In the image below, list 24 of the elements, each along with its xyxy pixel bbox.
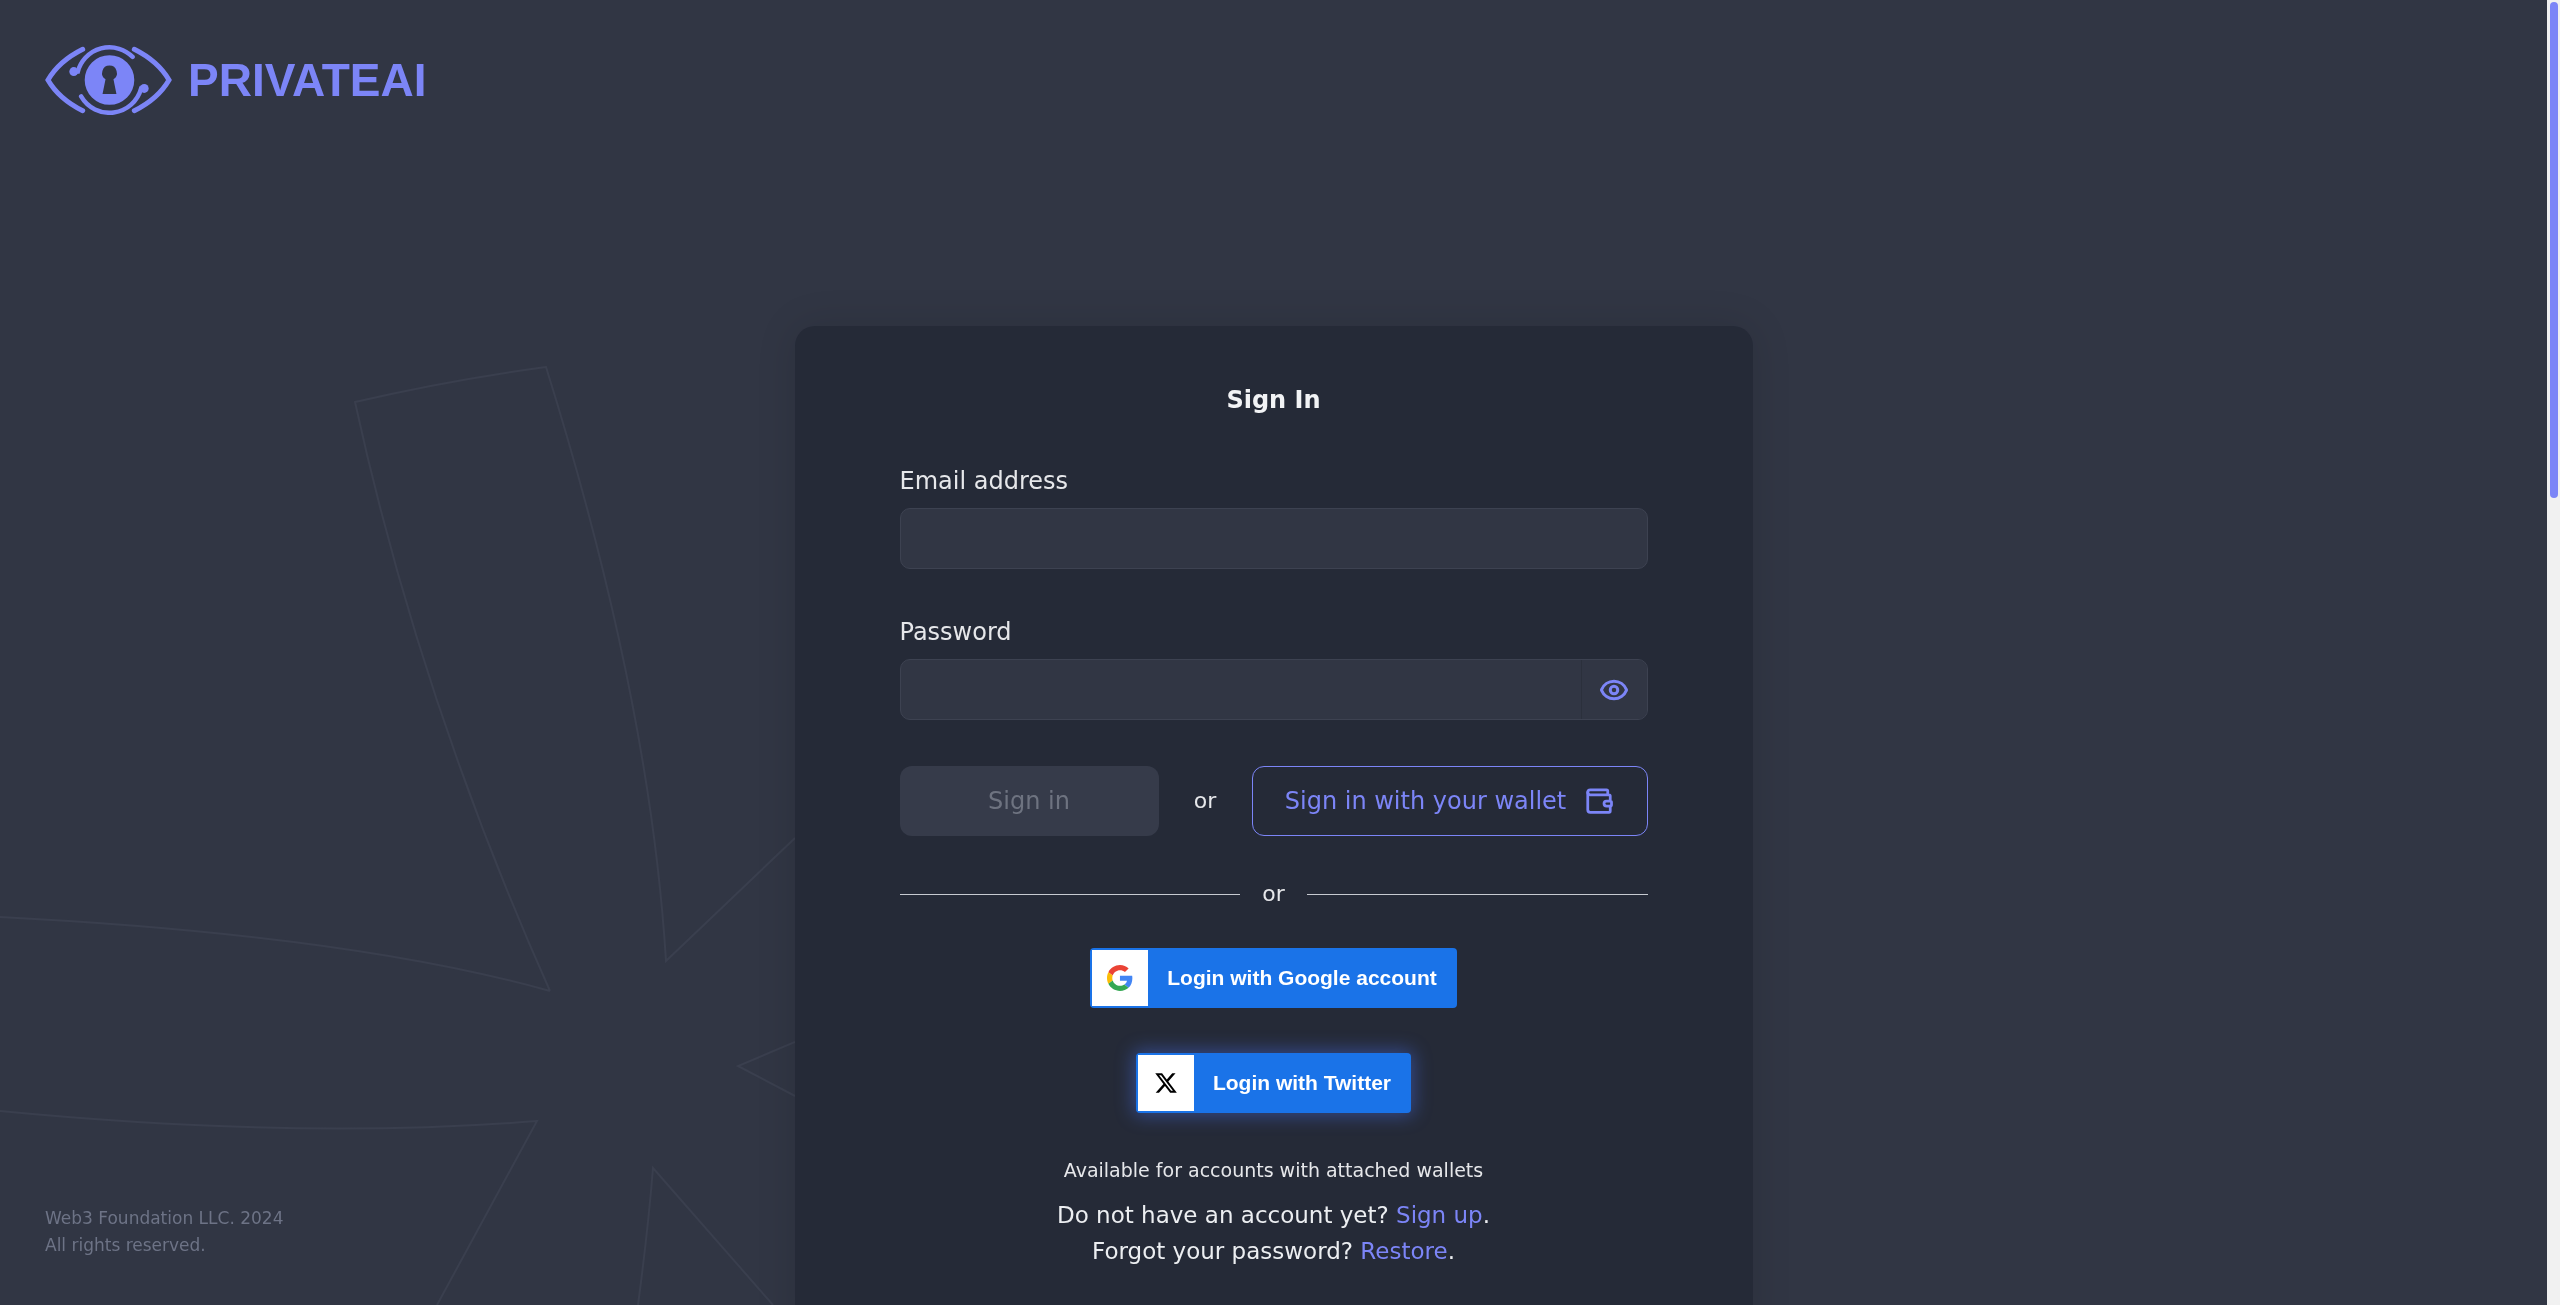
field-label: Email address: [899, 466, 1068, 496]
scrollbar-thumb[interactable]: [2549, 2, 2558, 498]
wallet-icon: [1584, 786, 1615, 816]
footer-text: Web3 Foundation LLC. 2024: [45, 1207, 284, 1230]
twitter-login-button[interactable]: Login with Twitter: [1135, 1053, 1412, 1113]
prompt-link[interactable]: Sign up: [1396, 1202, 1483, 1228]
account-prompt: Forgot your password? Restore.: [1092, 1237, 1455, 1266]
show-password-button[interactable]: [1580, 660, 1647, 719]
divider-text: or: [1262, 880, 1285, 908]
prompt-link[interactable]: Restore: [1360, 1238, 1448, 1264]
sign-in-title: Sign In: [1226, 385, 1321, 415]
footer-text: All rights reserved.: [45, 1234, 206, 1257]
field-label: Password: [899, 617, 1012, 647]
wallet-note: Available for accounts with attached wallets: [1063, 1158, 1484, 1183]
logo-text: PRIVATEAI: [188, 57, 427, 103]
email-field[interactable]: [899, 508, 1648, 569]
or-text: or: [1193, 787, 1217, 815]
g-logo-icon: [1092, 950, 1149, 1006]
x-logo-icon: [1137, 1055, 1194, 1111]
password-field[interactable]: [899, 659, 1648, 720]
google-login-button[interactable]: Login with Google account: [1090, 948, 1457, 1008]
eye-keyhole-icon: [45, 45, 172, 115]
account-prompt: Do not have an account yet? Sign up.: [1057, 1201, 1490, 1230]
wallet-sign-in-button[interactable]: Sign in with your wallet: [1251, 766, 1648, 836]
